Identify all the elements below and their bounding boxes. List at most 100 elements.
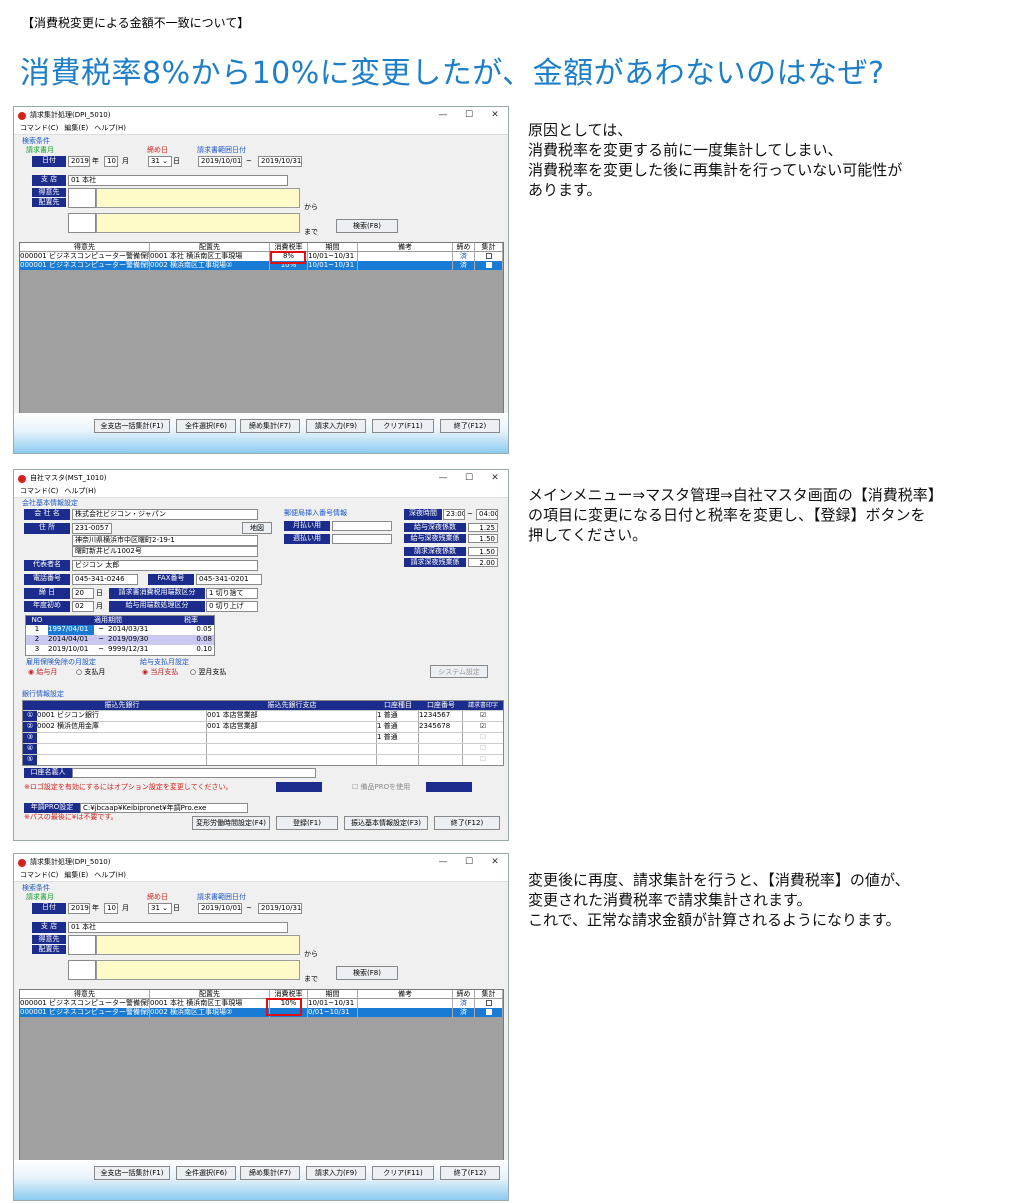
tax-row[interactable]: 1 1997/04/01 ~ 2014/03/31 0.05 [26, 625, 214, 635]
zip-input[interactable]: 231-0057 [72, 523, 112, 534]
kind-select[interactable]: 1 普通 [377, 733, 419, 743]
col-aggregate[interactable]: 集計 [475, 243, 503, 251]
range-to-input[interactable]: 2019/10/31 [258, 903, 302, 914]
menu-command[interactable]: コマンド(C) [20, 487, 58, 497]
equip-checkbox[interactable]: ☐ 備品PROを使用 [352, 783, 410, 792]
billing-input-button[interactable]: 請求入力(F9) [306, 419, 366, 433]
kind-select[interactable] [377, 744, 419, 754]
close-icon[interactable]: ✕ [482, 107, 508, 124]
month-input[interactable]: 10 [104, 156, 118, 167]
col-tax[interactable]: 消費税率 [270, 990, 308, 998]
bank-select[interactable] [37, 744, 207, 754]
number-input[interactable] [419, 744, 463, 754]
address1-input[interactable]: 神奈川県横浜市中区曙町2-19-1 [72, 535, 258, 546]
menu-edit[interactable]: 編集(E) [64, 124, 88, 134]
kind-select[interactable]: 1 普通 [377, 711, 419, 721]
clear-button[interactable]: クリア(F11) [372, 1166, 434, 1180]
maximize-icon[interactable]: ☐ [456, 470, 482, 487]
pay-month-option-2[interactable]: ○ 翌月支払 [190, 668, 226, 677]
col-aggregate[interactable]: 集計 [475, 990, 503, 998]
rate-input[interactable]: 1.50 [468, 534, 498, 543]
table-row[interactable]: 000001 ビジネスコンピューター警備保障 0002 横浜南区工事現場② 10… [20, 261, 503, 270]
range-from-input[interactable]: 2019/10/01 [198, 903, 242, 914]
exit-button[interactable]: 終了(F12) [434, 816, 500, 830]
tax-row[interactable]: 3 2019/10/01 ~ 9999/12/31 0.10 [26, 645, 214, 655]
night-to-input[interactable]: 04:00 [476, 509, 498, 520]
branch-select[interactable]: 01 本社 [68, 175, 288, 186]
print-checkbox[interactable]: ☑ [463, 722, 503, 732]
number-input[interactable] [419, 733, 463, 743]
branch-select[interactable]: 001 本店営業部 [207, 711, 377, 721]
year-start-input[interactable]: 02 [72, 601, 94, 612]
col-deliver[interactable]: 配置先 [150, 243, 270, 251]
col-customer[interactable]: 得意先 [20, 243, 150, 251]
branch-select[interactable]: 001 本店営業部 [207, 722, 377, 732]
col-note[interactable]: 備考 [358, 990, 453, 998]
all-branch-aggregate-button[interactable]: 全支店一括集計(F1) [94, 419, 170, 433]
equip-field[interactable] [426, 782, 472, 792]
closing-aggregate-button[interactable]: 締め集計(F7) [240, 419, 300, 433]
menu-help[interactable]: ヘルプ(H) [94, 871, 126, 881]
bank-row[interactable]: ③ 1 普通 ☐ [23, 732, 503, 743]
col-period[interactable]: 期間 [308, 243, 358, 251]
menu-edit[interactable]: 編集(E) [64, 871, 88, 881]
holder-input[interactable] [72, 768, 316, 778]
month-input[interactable]: 10 [104, 903, 118, 914]
table-row[interactable]: 000001 ビジネスコンピューター警備保障 0001 本社 横浜南区工事現場 … [20, 252, 503, 261]
aggregate-checkbox[interactable] [485, 1000, 492, 1006]
branch-select[interactable]: 01 本社 [68, 922, 288, 933]
print-checkbox[interactable]: ☑ [463, 711, 503, 721]
aggregate-checkbox[interactable] [485, 1009, 492, 1015]
print-checkbox[interactable]: ☐ [463, 744, 503, 754]
variable-hours-button[interactable]: 変形労働時間設定(F4) [192, 816, 270, 830]
customer-name-to-field[interactable] [96, 213, 300, 233]
minimize-icon[interactable]: — [430, 854, 456, 871]
customer-name-to-field[interactable] [96, 960, 300, 980]
select-all-button[interactable]: 全件選択(F6) [176, 1166, 236, 1180]
number-input[interactable]: 2345678 [419, 722, 463, 732]
rate-input[interactable]: 1.25 [468, 523, 498, 532]
bank-row[interactable]: ① 0001 ビジコン銀行 001 本店営業部 1 普通 1234567 ☑ [23, 710, 503, 721]
print-checkbox[interactable]: ☐ [463, 733, 503, 743]
year-input[interactable]: 2019 [68, 156, 90, 167]
monthly-pay-input[interactable] [332, 521, 392, 531]
customer-code-input[interactable] [68, 935, 96, 955]
print-checkbox[interactable]: ☐ [463, 755, 503, 765]
kind-select[interactable] [377, 755, 419, 765]
year-input[interactable]: 2019 [68, 903, 90, 914]
col-deliver[interactable]: 配置先 [150, 990, 270, 998]
col-close[interactable]: 締め [453, 990, 475, 998]
tel-input[interactable]: 045-341-0246 [72, 574, 138, 585]
close-icon[interactable]: ✕ [482, 854, 508, 871]
nenchou-path-input[interactable]: C:¥jbcaap¥Keibipronet¥年調Pro.exe [80, 803, 248, 813]
col-note[interactable]: 備考 [358, 243, 453, 251]
tax-round-select[interactable]: 1 切り捨て [206, 588, 258, 599]
tax-row[interactable]: 2 2014/04/01 ~ 2019/09/30 0.08 [26, 635, 214, 645]
customer-name-field[interactable] [96, 935, 300, 955]
col-period[interactable]: 期間 [308, 990, 358, 998]
select-all-button[interactable]: 全件選択(F6) [176, 419, 236, 433]
address2-input[interactable]: 曙町新井ビル1002号 [72, 546, 258, 557]
night-from-input[interactable]: 23:00 [443, 509, 465, 520]
range-from-input[interactable]: 2019/10/01 [198, 156, 242, 167]
pay-month-option-1[interactable]: ◉ 当月支払 [142, 668, 178, 677]
minimize-icon[interactable]: — [430, 107, 456, 124]
menu-help[interactable]: ヘルプ(H) [64, 487, 96, 497]
logo-field[interactable] [276, 782, 322, 792]
bank-select[interactable] [37, 733, 207, 743]
number-input[interactable] [419, 755, 463, 765]
customer-name-field[interactable] [96, 188, 300, 208]
maximize-icon[interactable]: ☐ [456, 107, 482, 124]
minimize-icon[interactable]: — [430, 470, 456, 487]
exit-button[interactable]: 終了(F12) [440, 419, 500, 433]
bank-select[interactable] [37, 755, 207, 765]
company-name-input[interactable]: 株式会社ビジコン・ジャパン [72, 509, 258, 520]
table-row[interactable]: 000001 ビジネスコンピューター警備保障 0001 本社 横浜南区工事現場 … [20, 999, 503, 1008]
insurance-option-2[interactable]: ○ 支払月 [76, 668, 105, 677]
customer-code-to-input[interactable] [68, 960, 96, 980]
bank-select[interactable]: 0002 横浜信用金庫 [37, 722, 207, 732]
customer-code-input[interactable] [68, 188, 96, 208]
menu-command[interactable]: コマンド(C) [20, 871, 58, 881]
closing-aggregate-button[interactable]: 締め集計(F7) [240, 1166, 300, 1180]
all-branch-aggregate-button[interactable]: 全支店一括集計(F1) [94, 1166, 170, 1180]
